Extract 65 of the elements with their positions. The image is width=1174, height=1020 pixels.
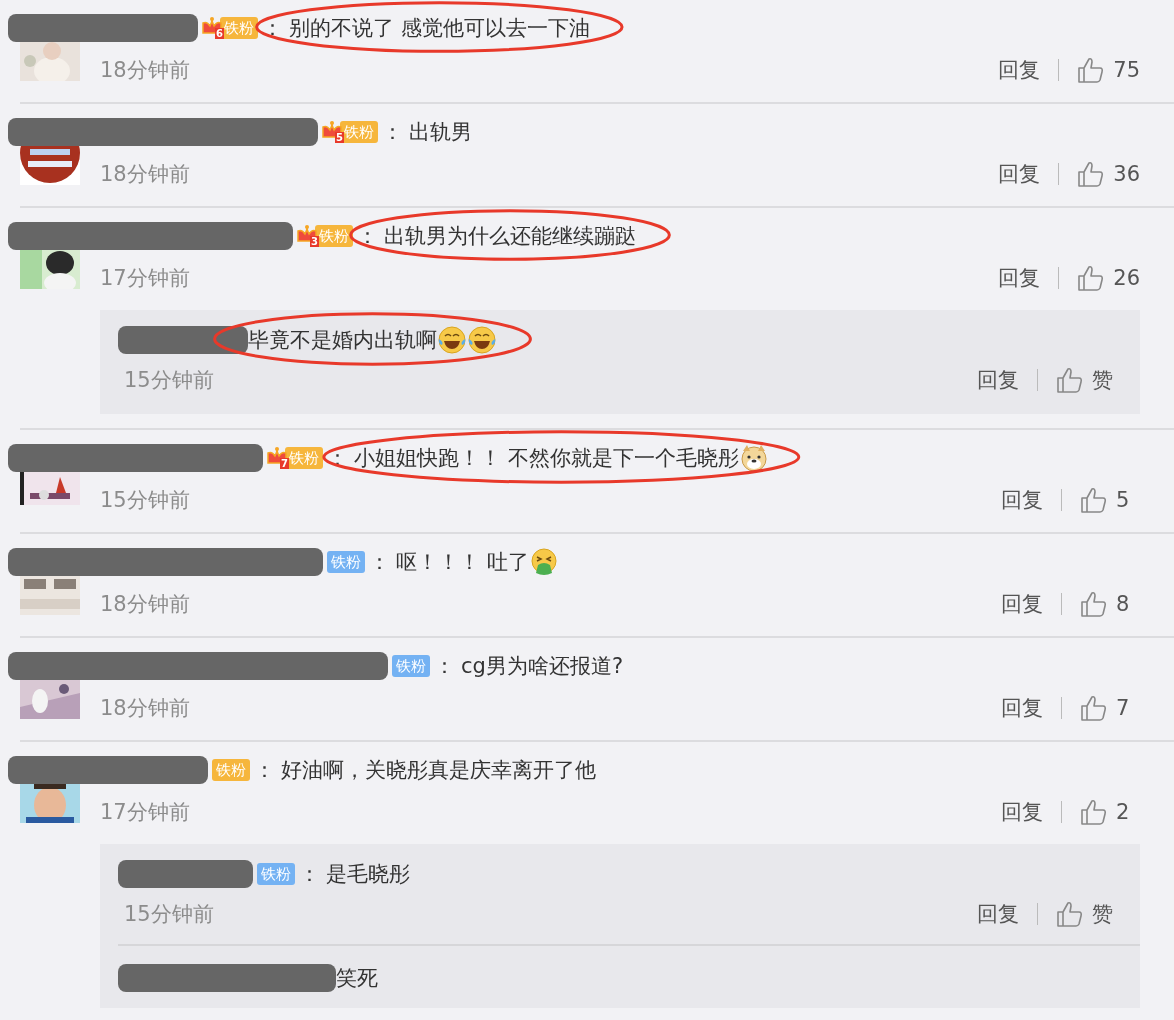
timestamp: 17分钟前 xyxy=(100,799,190,826)
timestamp: 18分钟前 xyxy=(100,591,190,618)
comment-text: 好油啊，关晓彤真是庆幸离开了他 xyxy=(281,757,596,784)
like-button[interactable]: 75 xyxy=(1077,56,1140,84)
reply-link[interactable]: 回复 xyxy=(998,264,1041,292)
comment-text: 是毛晓彤 xyxy=(326,861,410,888)
reply-link[interactable]: 回复 xyxy=(1001,798,1043,826)
comment-text: 毕竟不是婚内出轨啊 xyxy=(248,327,437,354)
timestamp: 15分钟前 xyxy=(124,901,214,928)
thumbs-up-icon xyxy=(1080,590,1108,618)
comment-text: 出轨男为什么还能继续蹦跶 xyxy=(384,223,636,250)
laughing-face-icon xyxy=(437,325,467,355)
thumbs-up-icon xyxy=(1077,160,1106,188)
nauseated-face-icon xyxy=(528,547,559,577)
timestamp: 17分钟前 xyxy=(100,265,190,292)
like-button[interactable]: 赞 xyxy=(1056,366,1116,394)
comment-text: cg男为啥还报道? xyxy=(461,653,624,680)
colon: ： xyxy=(382,119,403,146)
comment-text: 别的不说了 感觉他可以去一下油 xyxy=(289,15,590,42)
colon: ： xyxy=(369,549,390,576)
comment-text: 小姐姐快跑！！ 不然你就是下一个毛晓彤 xyxy=(354,445,739,472)
like-button[interactable]: 8 xyxy=(1080,590,1140,618)
fan-badge: 铁粉 xyxy=(327,551,365,573)
reply-link[interactable]: 回复 xyxy=(998,56,1041,84)
crown-icon xyxy=(297,225,317,245)
reply-link[interactable]: 回复 xyxy=(1001,590,1043,618)
comment-text: 出轨男 xyxy=(409,119,472,146)
timestamp: 15分钟前 xyxy=(124,367,214,394)
thumbs-up-icon xyxy=(1077,264,1106,292)
comment-text: 笑死 xyxy=(336,965,378,992)
like-button[interactable]: 36 xyxy=(1077,160,1140,188)
crown-icon xyxy=(202,17,222,37)
reply-link[interactable]: 回复 xyxy=(1001,694,1043,722)
timestamp: 18分钟前 xyxy=(100,57,190,84)
timestamp: 18分钟前 xyxy=(100,161,190,188)
colon: ： xyxy=(299,861,320,888)
thumbs-up-icon xyxy=(1056,366,1084,394)
fan-badge: 铁粉 xyxy=(212,759,250,781)
fan-badge: 铁粉 xyxy=(257,863,295,885)
reply-link[interactable]: 回复 xyxy=(977,366,1019,394)
dog-face-icon xyxy=(738,443,769,473)
reply-link[interactable]: 回复 xyxy=(1001,486,1043,514)
colon: ： xyxy=(262,15,283,42)
timestamp: 18分钟前 xyxy=(100,695,190,722)
like-button[interactable]: 2 xyxy=(1080,798,1140,826)
thumbs-up-icon xyxy=(1080,798,1108,826)
reply-link[interactable]: 回复 xyxy=(998,160,1041,188)
like-button[interactable]: 26 xyxy=(1077,264,1140,292)
comment-text: 呕！！！ 吐了 xyxy=(396,549,529,576)
thumbs-up-icon xyxy=(1077,56,1106,84)
fan-badge: 铁粉 xyxy=(392,655,430,677)
like-button[interactable]: 7 xyxy=(1080,694,1140,722)
colon: ： xyxy=(254,757,275,784)
thumbs-up-icon xyxy=(1080,486,1108,514)
level-number: 3 xyxy=(310,236,319,247)
timestamp: 15分钟前 xyxy=(100,487,190,514)
like-button[interactable]: 5 xyxy=(1080,486,1140,514)
laughing-face-icon xyxy=(467,325,497,355)
thumbs-up-icon xyxy=(1080,694,1108,722)
colon: ： xyxy=(357,223,378,250)
like-button[interactable]: 赞 xyxy=(1056,900,1116,928)
thumbs-up-icon xyxy=(1056,900,1084,928)
level-number: 7 xyxy=(280,458,289,469)
colon: ： xyxy=(434,653,455,680)
reply-link[interactable]: 回复 xyxy=(977,900,1019,928)
